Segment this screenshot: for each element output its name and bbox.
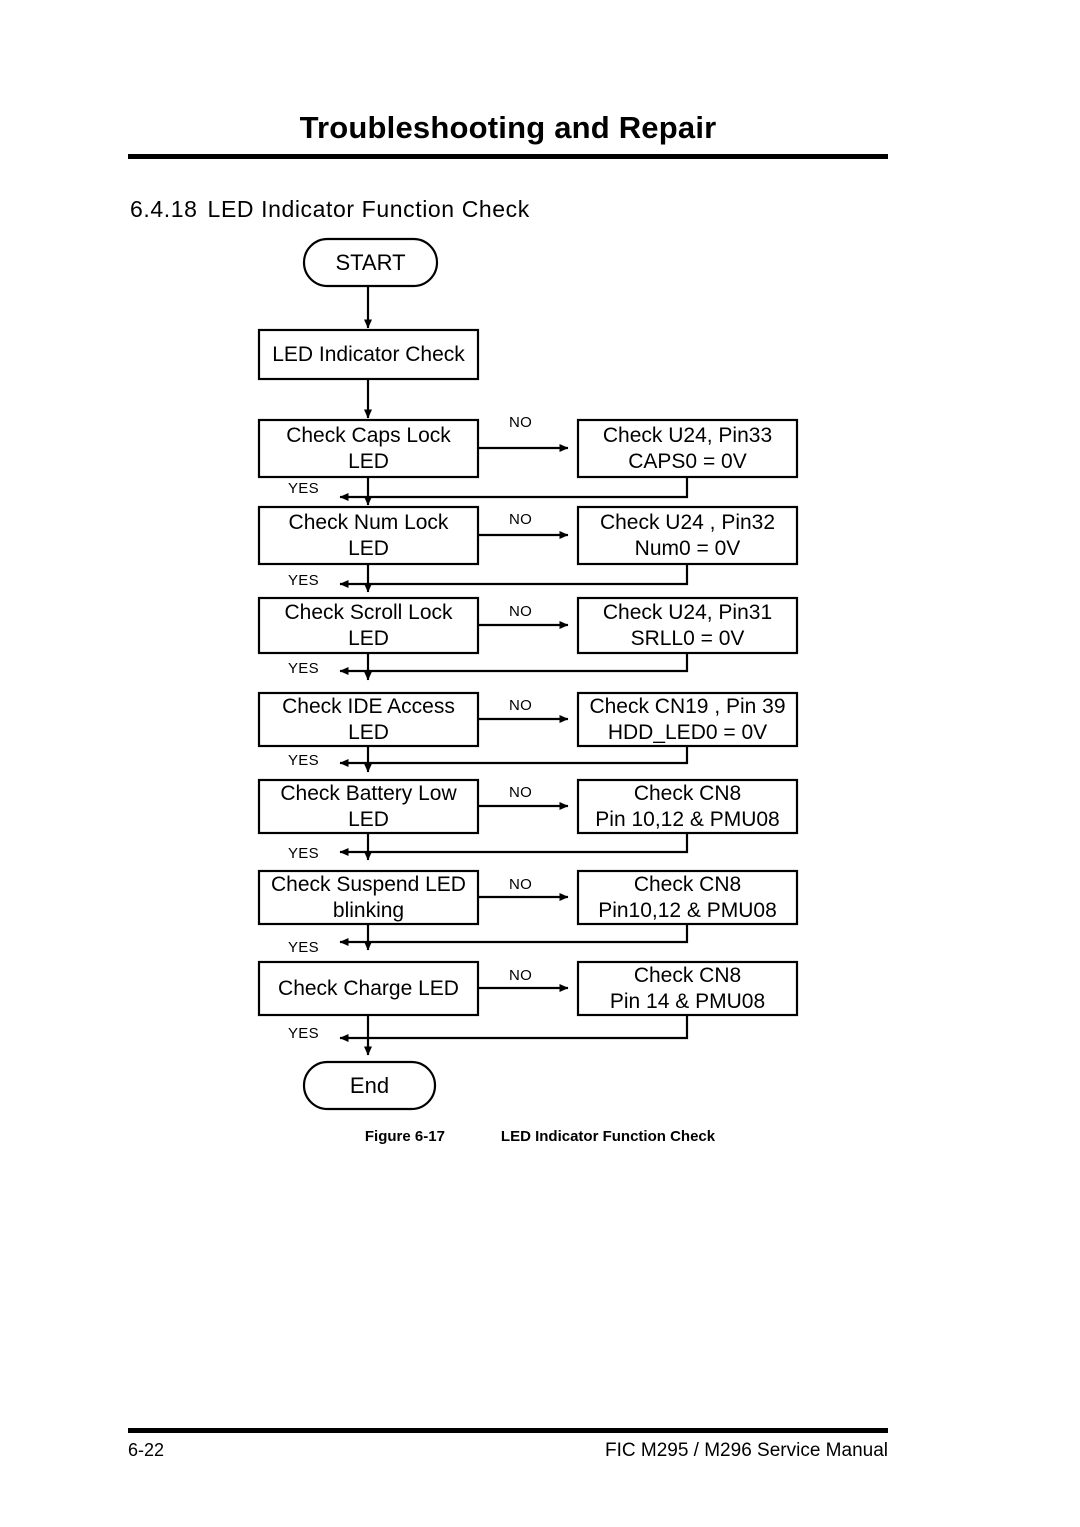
figure-caption: Figure 6-17 LED Indicator Function Check [0, 1128, 1080, 1145]
row-6-result-shape [576, 869, 799, 926]
edge-label-yes-4: YES [288, 752, 319, 769]
end-node-shape [302, 1060, 437, 1111]
edge-label-no-5: NO [509, 784, 533, 801]
row-7-check-shape [257, 960, 480, 1017]
start-node-shape [302, 237, 439, 288]
row-4-check-shape [257, 691, 480, 748]
edge-label-yes-5: YES [288, 845, 319, 862]
row-3-result-shape [576, 596, 799, 655]
row-2-result-shape [576, 505, 799, 566]
edge-label-no-7: NO [509, 967, 533, 984]
row-1-result-shape [576, 418, 799, 479]
manual-name: FIC M295 / M296 Service Manual [604, 1440, 888, 1461]
figure-number: Figure 6-17 [364, 1128, 445, 1145]
page-footer: 6-22 FIC M295 / M296 Service Manual [128, 1428, 888, 1474]
edge-label-no-3: NO [509, 603, 533, 620]
edge-label-no-4: NO [509, 697, 533, 714]
footer-divider [128, 1428, 888, 1433]
edge-label-yes-6: YES [288, 939, 319, 956]
flowchart-led-indicator-function-check: START LED Indicator Check Check Caps Loc… [0, 0, 1080, 1130]
row-4-result-shape [576, 691, 799, 748]
page-number: 6-22 [128, 1440, 165, 1460]
edge-label-yes-2: YES [288, 572, 319, 589]
edge-label-yes-1: YES [288, 480, 319, 497]
row-2-check-shape [257, 505, 480, 566]
edge-label-no-2: NO [509, 511, 533, 528]
flowchart-graphics [257, 237, 799, 1111]
row-3-check-shape [257, 596, 480, 655]
edge-label-no-6: NO [509, 876, 533, 893]
row-5-result-shape [576, 778, 799, 835]
row-7-result-shape [576, 960, 799, 1017]
edge-label-yes-7: YES [288, 1025, 319, 1042]
edge-label-no-1: NO [509, 414, 533, 431]
led-indicator-check-shape [257, 328, 480, 381]
row-5-check-shape [257, 778, 480, 835]
edge-label-yes-3: YES [288, 660, 319, 677]
row-6-check-shape [257, 869, 480, 926]
row-1-check-shape [257, 418, 480, 479]
figure-title: LED Indicator Function Check [500, 1128, 716, 1145]
